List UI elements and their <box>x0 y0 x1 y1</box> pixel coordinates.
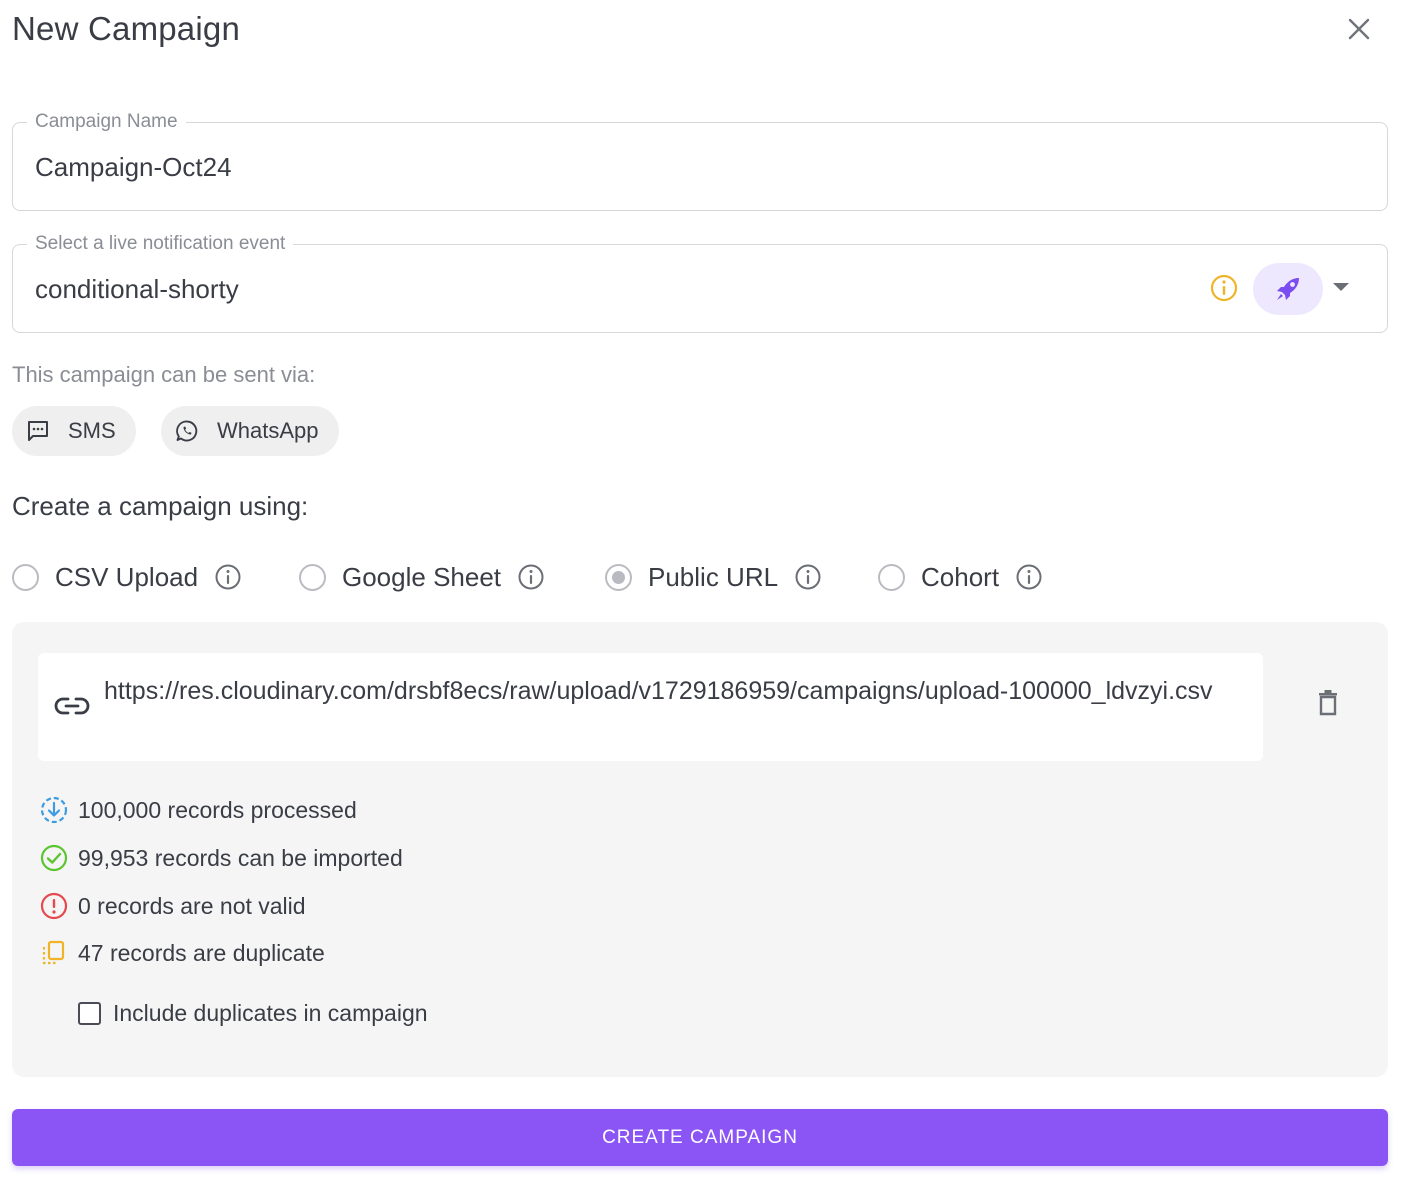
include-duplicates-label: Include duplicates in campaign <box>113 1000 428 1026</box>
campaign-name-input[interactable] <box>35 150 1335 184</box>
stat-text: 100,000 records processed <box>78 796 357 823</box>
notification-event-select[interactable]: Select a live notification event conditi… <box>12 233 1388 333</box>
channels-label: This campaign can be sent via: <box>12 362 316 387</box>
radio-label: Cohort <box>921 561 1000 592</box>
source-panel: https://res.cloudinary.com/drsbf8ecs/raw… <box>12 622 1388 1077</box>
duplicate-icon <box>40 939 68 967</box>
campaign-name-label: Campaign Name <box>27 111 186 133</box>
channel-label: SMS <box>68 418 116 443</box>
close-button[interactable] <box>1342 12 1376 46</box>
create-campaign-button[interactable]: CREATE CAMPAIGN <box>12 1109 1388 1166</box>
url-box: https://res.cloudinary.com/drsbf8ecs/raw… <box>38 653 1263 761</box>
source-url: https://res.cloudinary.com/drsbf8ecs/raw… <box>104 677 1213 705</box>
radio-option-public-url[interactable]: Public URL <box>605 556 822 598</box>
radio-button[interactable] <box>878 563 905 591</box>
launch-button[interactable] <box>1253 263 1323 315</box>
stat-text: 0 records are not valid <box>78 892 306 919</box>
channel-label: WhatsApp <box>217 418 319 443</box>
dropdown-arrow-icon[interactable] <box>1333 283 1349 291</box>
radio-option-google-sheet[interactable]: Google Sheet <box>299 556 545 598</box>
stat-importable: 99,953 records can be imported <box>40 844 403 872</box>
include-duplicates-option[interactable]: Include duplicates in campaign <box>78 1000 428 1027</box>
radio-option-csv-upload[interactable]: CSV Upload <box>12 556 242 598</box>
campaign-name-field[interactable]: Campaign Name <box>12 111 1388 211</box>
download-progress-icon <box>40 796 68 824</box>
stat-processed: 100,000 records processed <box>40 796 357 824</box>
check-circle-icon <box>40 844 68 872</box>
stat-invalid: 0 records are not valid <box>40 892 306 920</box>
create-using-heading: Create a campaign using: <box>12 491 309 521</box>
stat-text: 47 records are duplicate <box>78 939 325 966</box>
stat-duplicate: 47 records are duplicate <box>40 939 325 967</box>
stat-text: 99,953 records can be imported <box>78 844 403 871</box>
notification-event-label: Select a live notification event <box>27 233 294 255</box>
rocket-icon <box>1277 278 1299 300</box>
radio-label: CSV Upload <box>55 561 199 592</box>
link-icon <box>54 697 90 715</box>
radio-button-selected[interactable] <box>605 563 632 591</box>
delete-source-button[interactable] <box>1318 690 1338 721</box>
error-circle-icon <box>40 892 68 920</box>
radio-label: Public URL <box>648 561 779 592</box>
info-icon[interactable] <box>517 563 545 591</box>
channel-chip-sms[interactable]: SMS <box>12 406 136 456</box>
info-icon[interactable] <box>794 563 822 591</box>
dialog-title: New Campaign <box>12 10 241 47</box>
channel-chip-whatsapp[interactable]: WhatsApp <box>161 406 339 456</box>
info-icon[interactable] <box>214 563 242 591</box>
whatsapp-icon <box>176 420 198 442</box>
notification-event-value: conditional-shorty <box>35 274 239 304</box>
trash-icon <box>1319 690 1337 716</box>
radio-label: Google Sheet <box>342 561 502 592</box>
radio-button[interactable] <box>12 563 39 591</box>
info-icon[interactable] <box>1015 563 1043 591</box>
include-duplicates-checkbox[interactable] <box>78 1002 101 1025</box>
sms-icon <box>28 421 48 441</box>
radio-option-cohort[interactable]: Cohort <box>878 556 1043 598</box>
close-icon <box>1348 18 1370 40</box>
warning-info-icon[interactable] <box>1209 273 1239 303</box>
radio-button[interactable] <box>299 563 326 591</box>
